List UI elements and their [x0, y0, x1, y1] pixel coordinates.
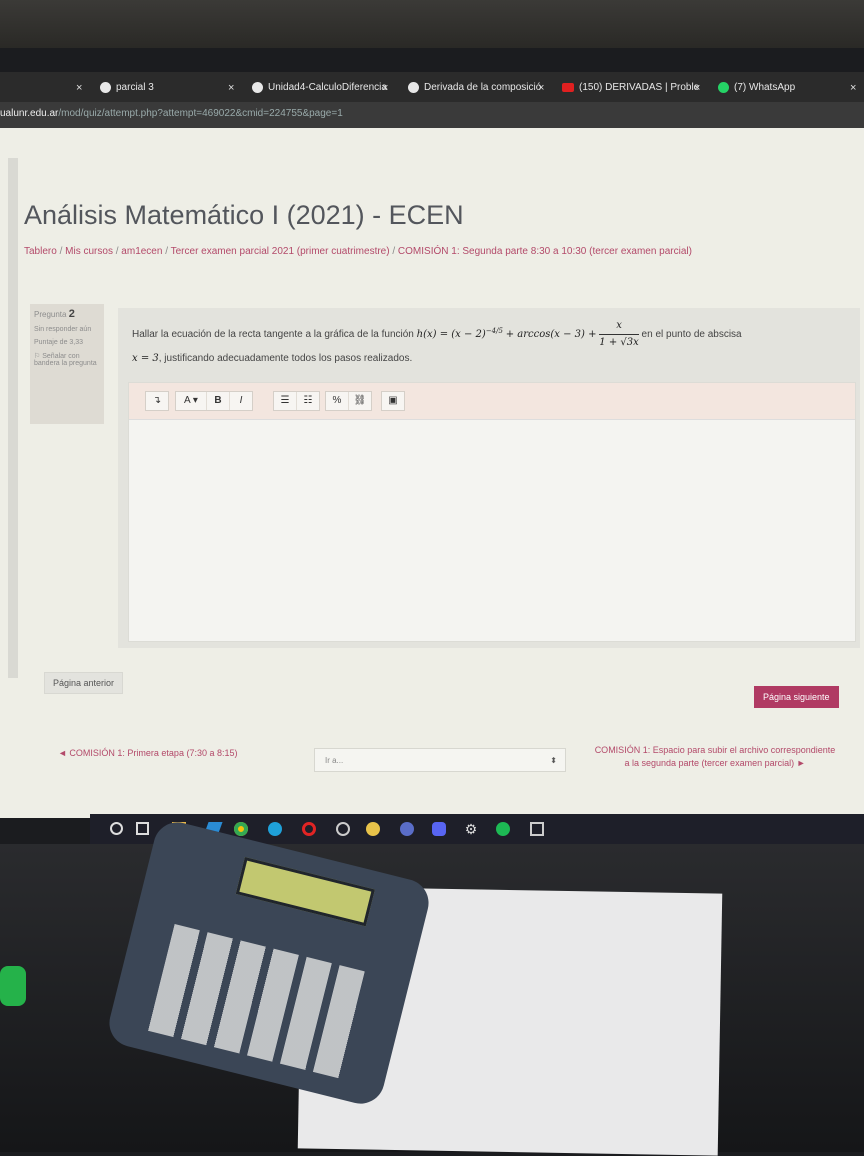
formula-arccos: + arccos(x − 3) + — [505, 329, 597, 341]
unordered-list-button[interactable]: ☰ — [274, 392, 297, 410]
breadcrumb: Tablero / Mis cursos / am1ecen / Tercer … — [24, 246, 692, 257]
question-content: Hallar la ecuación de la recta tangente … — [118, 308, 860, 648]
question-number: 2 — [68, 308, 75, 320]
settings-icon[interactable]: ⚙ — [464, 822, 478, 836]
formula-main: h(x) = (x − 2) — [416, 329, 486, 341]
italic-button[interactable]: I — [230, 392, 252, 410]
browser-tab-bar: × parcial 3 × Unidad4-CalculoDiferencia … — [0, 72, 864, 102]
unlink-button[interactable]: ⛓ — [349, 392, 371, 410]
breadcrumb-course[interactable]: am1ecen — [121, 246, 162, 257]
spotify-icon[interactable] — [496, 822, 510, 836]
tab-whatsapp[interactable]: (7) WhatsApp — [718, 78, 795, 98]
app-icon[interactable] — [366, 822, 380, 836]
tab-close-icon[interactable]: × — [694, 78, 700, 98]
tab-close-icon[interactable]: × — [850, 78, 856, 98]
app-icon[interactable] — [530, 822, 544, 836]
calculator-keypad — [148, 924, 369, 1080]
select-arrow-icon: ⬍ — [550, 756, 557, 765]
previous-page-button[interactable]: Página anterior — [44, 672, 124, 694]
ordered-list-button[interactable]: ☷ — [297, 392, 319, 410]
expand-toolbar-button[interactable]: ↴ — [146, 392, 168, 410]
next-activity-link[interactable]: COMISIÓN 1: Espacio para subir el archiv… — [594, 744, 836, 770]
breadcrumb-comision[interactable]: COMISIÓN 1: Segunda parte 8:30 a 10:30 (… — [398, 246, 692, 257]
url-text[interactable]: ualunr.edu.ar/mod/quiz/attempt.php?attem… — [0, 108, 343, 119]
flag-icon: ⚐ — [34, 353, 41, 360]
formula-point: x = 3 — [132, 353, 159, 364]
tab-youtube[interactable]: (150) DERIVADAS | Proble — [562, 78, 699, 98]
breadcrumb-exam[interactable]: Tercer examen parcial 2021 (primer cuatr… — [171, 246, 390, 257]
insert-image-button[interactable]: ▣ — [382, 392, 404, 410]
moodle-page: Análisis Matemático I (2021) - ECEN Tabl… — [0, 128, 864, 818]
previous-activity-link[interactable]: ◄ COMISIÓN 1: Primera etapa (7:30 a 8:15… — [58, 748, 237, 758]
tab-parcial-3[interactable]: parcial 3 — [100, 78, 154, 98]
tab-close-icon[interactable]: × — [76, 78, 82, 98]
formula-exponent: −4/5 — [485, 326, 503, 335]
globe-icon — [408, 81, 419, 93]
question-status: Sin responder aún — [34, 326, 92, 333]
app-icon[interactable] — [336, 822, 350, 836]
youtube-icon — [562, 82, 574, 92]
wall-background — [0, 0, 864, 48]
whatsapp-icon — [718, 81, 729, 93]
question-text: Hallar la ecuación de la recta tangente … — [132, 320, 742, 364]
answer-editor[interactable]: ↴ A ▾ B I ☰ ☷ % ⛓ ▣ — [128, 382, 856, 642]
globe-icon — [100, 81, 111, 93]
formula-fraction: x1 + √3x — [599, 320, 639, 348]
address-bar[interactable]: ualunr.edu.ar/mod/quiz/attempt.php?attem… — [0, 102, 864, 128]
task-view-icon[interactable] — [136, 822, 149, 835]
jump-to-select[interactable]: Ir a... ⬍ — [314, 748, 566, 772]
breadcrumb-tablero[interactable]: Tablero — [24, 246, 57, 257]
word-icon[interactable] — [400, 822, 414, 836]
globe-icon — [252, 81, 263, 93]
bold-button[interactable]: B — [207, 392, 230, 410]
tab-close-icon[interactable]: × — [228, 78, 234, 98]
editor-toolbar: ↴ A ▾ B I ☰ ☷ % ⛓ ▣ — [129, 383, 855, 420]
green-object — [0, 966, 26, 1006]
paragraph-style-button[interactable]: A ▾ — [176, 392, 207, 410]
question-score: Puntaje de 3,33 — [34, 339, 84, 346]
discord-icon[interactable] — [432, 822, 446, 836]
tab-close-icon[interactable]: × — [382, 78, 388, 98]
chrome-icon[interactable] — [234, 822, 248, 836]
flag-question-link[interactable]: ⚐ Señalar con bandera la pregunta — [34, 352, 100, 367]
breadcrumb-mis-cursos[interactable]: Mis cursos — [65, 246, 113, 257]
scrollbar[interactable] — [8, 158, 18, 678]
link-button[interactable]: % — [326, 392, 349, 410]
page-title: Análisis Matemático I (2021) - ECEN — [24, 200, 464, 230]
edge-icon[interactable] — [268, 822, 282, 836]
calculator-screen — [235, 857, 375, 927]
opera-icon[interactable] — [302, 822, 316, 836]
tab-derivada[interactable]: Derivada de la composició — [408, 78, 541, 98]
cortana-icon[interactable] — [110, 822, 123, 835]
question-info: Pregunta 2 Sin responder aún Puntaje de … — [30, 304, 104, 424]
answer-text-area[interactable] — [129, 420, 855, 641]
next-page-button[interactable]: Página siguiente — [754, 686, 839, 708]
tab-unidad4[interactable]: Unidad4-CalculoDiferencia — [252, 78, 387, 98]
tab-close-icon[interactable]: × — [538, 78, 544, 98]
